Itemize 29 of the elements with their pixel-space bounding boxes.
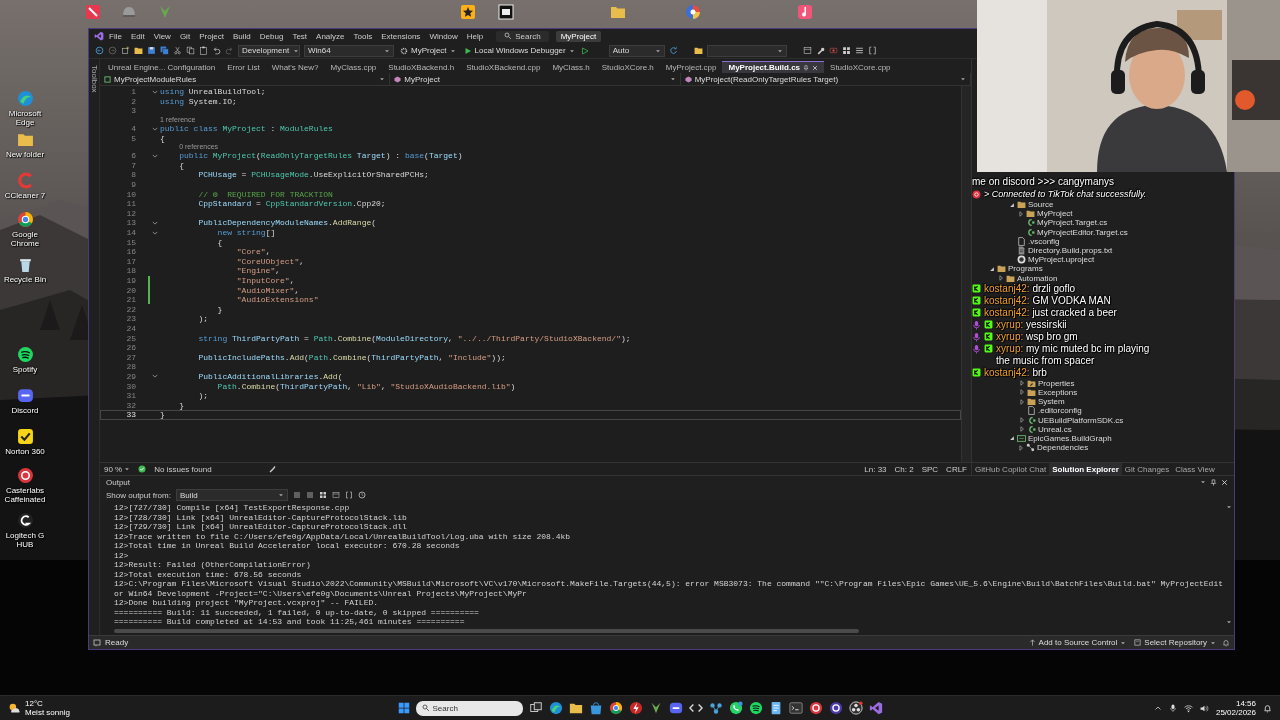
start-icon[interactable] bbox=[397, 702, 410, 714]
microphone-icon[interactable] bbox=[1168, 704, 1177, 712]
wifi-icon[interactable] bbox=[1183, 703, 1193, 713]
gamepad-icon[interactable] bbox=[668, 701, 683, 715]
bag-icon[interactable] bbox=[588, 701, 603, 715]
terminal-icon[interactable] bbox=[788, 701, 803, 715]
phone-icon[interactable] bbox=[728, 701, 743, 715]
weather-condition[interactable]: Meist sonnig bbox=[25, 708, 70, 717]
temperature[interactable]: 12°C bbox=[25, 699, 70, 708]
ring-icon[interactable] bbox=[808, 701, 823, 715]
circles-icon[interactable] bbox=[848, 701, 863, 715]
sun-cloud-icon bbox=[8, 701, 21, 715]
clock-time[interactable]: 14:56 bbox=[1235, 699, 1256, 708]
search-icon bbox=[421, 704, 430, 712]
editor-icon[interactable] bbox=[868, 701, 883, 715]
browser-icon[interactable] bbox=[608, 701, 623, 715]
music-icon[interactable] bbox=[748, 701, 763, 715]
target-icon[interactable] bbox=[828, 701, 843, 715]
folder-icon[interactable] bbox=[568, 701, 583, 715]
speaker-icon[interactable] bbox=[1199, 703, 1209, 713]
clock-date[interactable]: 25/02/2026 bbox=[1215, 708, 1256, 717]
notification-icon[interactable] bbox=[1263, 703, 1272, 713]
task-view-icon[interactable] bbox=[528, 701, 543, 715]
chevron-up-icon[interactable] bbox=[1153, 704, 1162, 712]
browser-icon[interactable] bbox=[548, 701, 563, 715]
search-field[interactable]: Search bbox=[415, 700, 523, 716]
code-icon[interactable] bbox=[688, 701, 703, 715]
network-icon[interactable] bbox=[708, 701, 723, 715]
bolt-icon[interactable] bbox=[628, 701, 643, 715]
